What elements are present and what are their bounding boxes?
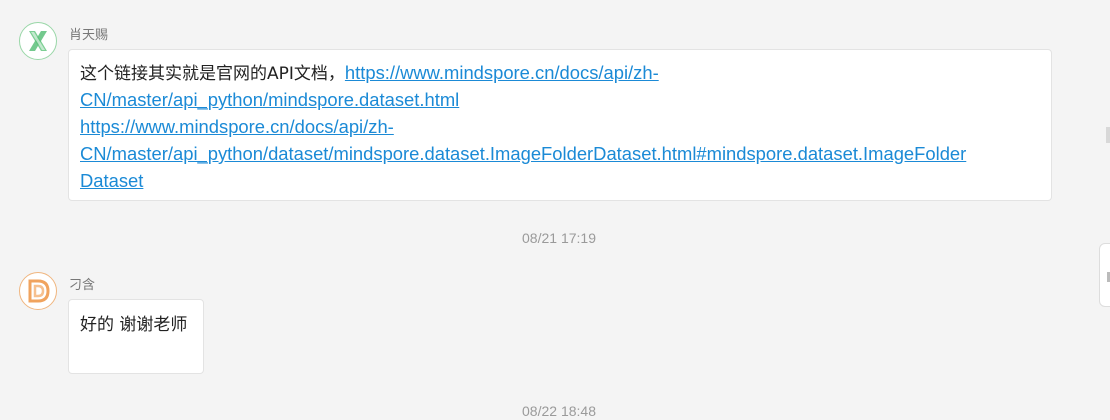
message-link[interactable]: CN/master/api_python/mindspore.dataset.h… [80,89,459,110]
scrollbar-thumb[interactable] [1106,127,1110,143]
message-text: 好的 谢谢老师 [80,315,188,335]
message-link[interactable]: Dataset [80,170,143,191]
message-bubble: 好的 谢谢老师 [68,299,204,374]
chat-window: 肖天赐 这个链接其实就是官网的API文档，https://www.mindspo… [0,0,1110,420]
message-link[interactable]: CN/master/api_python/dataset/mindspore.d… [80,143,966,164]
message-timestamp: 08/22 18:48 [522,403,596,419]
sender-name: 肖天赐 [69,28,109,43]
message-link[interactable]: https://www.mindspore.cn/docs/api/zh- [80,116,394,137]
side-panel-toggle[interactable] [1099,243,1110,307]
message-text: 这个链接其实就是官网的API文档， [80,64,345,84]
letter-d-avatar-icon [28,279,50,303]
sender-name: 刁含 [69,278,96,293]
message-bubble: 这个链接其实就是官网的API文档，https://www.mindspore.c… [68,49,1052,201]
message-link[interactable]: https://www.mindspore.cn/docs/api/zh- [345,62,659,83]
avatar[interactable] [19,22,57,60]
message-timestamp: 08/21 17:19 [522,230,596,246]
letter-x-avatar-icon [29,31,47,51]
avatar[interactable] [19,272,57,310]
